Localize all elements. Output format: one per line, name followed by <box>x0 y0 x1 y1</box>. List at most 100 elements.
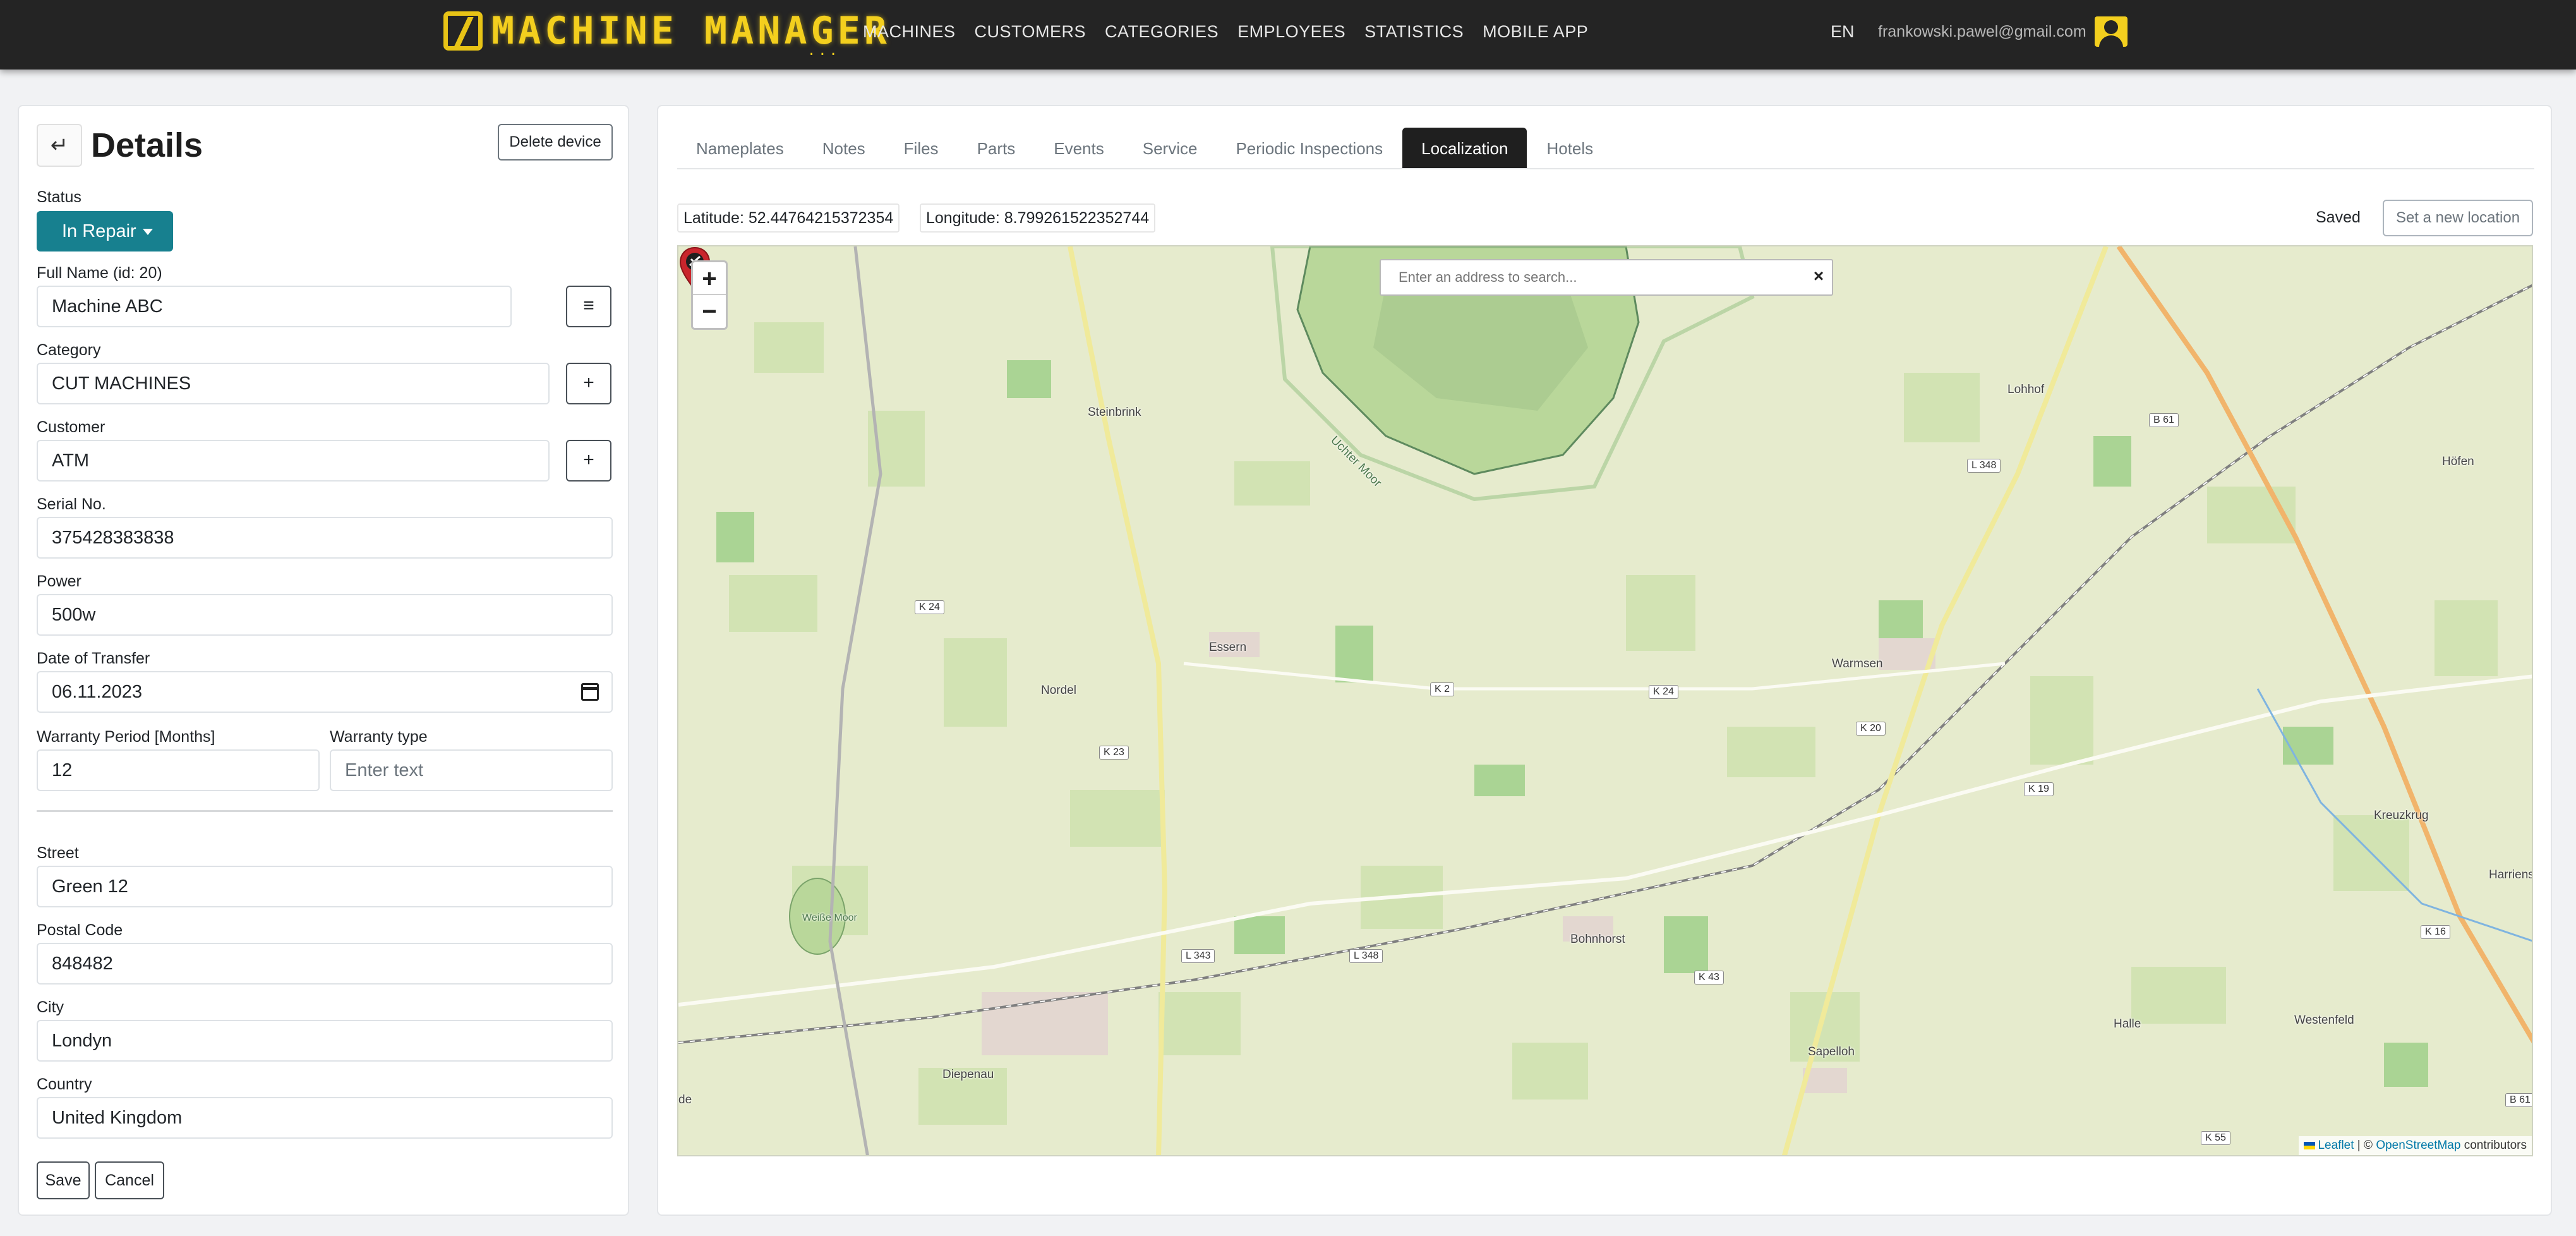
road-k16: K 16 <box>2421 925 2450 939</box>
serial-label: Serial No. <box>37 495 106 513</box>
nav-categories[interactable]: CATEGORIES <box>1105 19 1219 44</box>
nav-employees[interactable]: EMPLOYEES <box>1237 19 1345 44</box>
set-new-location-button[interactable]: Set a new location <box>2383 200 2533 236</box>
category-input[interactable]: CUT MACHINES <box>37 363 550 404</box>
details-panel: ↵ Details Delete device Status In Repair… <box>18 105 629 1216</box>
map-place-harriens: Harriens <box>2489 868 2533 882</box>
cancel-button[interactable]: Cancel <box>95 1161 164 1199</box>
customer-input[interactable]: ATM <box>37 440 550 482</box>
add-customer-button[interactable]: + <box>566 440 611 482</box>
road-l348-south: L 348 <box>1349 949 1383 963</box>
map-place-kreuzkrug: Kreuzkrug <box>2374 809 2429 822</box>
status-dropdown[interactable]: In Repair <box>37 211 173 251</box>
map-place-essern: Essern <box>1209 641 1247 654</box>
map-place-westenfeld: Westenfeld <box>2294 1014 2354 1027</box>
map-place-warmsen: Warmsen <box>1832 657 1883 670</box>
map-place-nordel: Nordel <box>1041 684 1076 697</box>
zoom-in-button[interactable]: + <box>693 262 726 295</box>
map-view[interactable]: Steinbrink Essern Nordel Warmsen Lohhof … <box>677 245 2533 1156</box>
nav-links: MACHINES CUSTOMERS CATEGORIES EMPLOYEES … <box>863 19 1607 44</box>
page-title: Details <box>91 126 203 164</box>
map-place-hofen: Höfen <box>2442 455 2474 468</box>
user-avatar-icon[interactable] <box>2095 16 2128 47</box>
power-label: Power <box>37 573 81 590</box>
tab-hotels[interactable]: Hotels <box>1527 128 1612 168</box>
serial-input[interactable]: 375428383838 <box>37 517 613 559</box>
transfer-date-label: Date of Transfer <box>37 650 150 667</box>
brand-dots: ... <box>807 43 840 59</box>
road-k24-east: K 24 <box>1649 685 1678 699</box>
brand-logo-icon <box>443 11 483 51</box>
country-label: Country <box>37 1075 92 1093</box>
leaflet-link[interactable]: Leaflet <box>2318 1139 2354 1152</box>
road-k43: K 43 <box>1694 971 1724 985</box>
status-label: Status <box>37 188 81 206</box>
road-k55: K 55 <box>2201 1131 2230 1145</box>
delete-device-button[interactable]: Delete device <box>498 124 613 161</box>
localization-panel: Nameplates Notes Files Parts Events Serv… <box>657 105 2552 1216</box>
caret-down-icon <box>142 229 153 236</box>
road-b61-south: B 61 <box>2505 1093 2532 1107</box>
status-value: In Repair <box>62 221 136 241</box>
warranty-period-input[interactable]: 12 <box>37 749 320 791</box>
customer-label: Customer <box>37 418 105 436</box>
warranty-type-input[interactable]: Enter text <box>330 749 613 791</box>
tab-nameplates[interactable]: Nameplates <box>677 128 803 168</box>
back-button[interactable]: ↵ <box>37 124 82 167</box>
full-name-label: Full Name (id: 20) <box>37 264 162 282</box>
road-k2: K 2 <box>1430 682 1455 696</box>
attribution-contributors: contributors <box>2460 1139 2527 1152</box>
city-input[interactable]: Londyn <box>37 1020 613 1062</box>
attribution-separator: | © <box>2354 1139 2376 1152</box>
tab-periodic-inspections[interactable]: Periodic Inspections <box>1217 128 1402 168</box>
map-place-steinbrink: Steinbrink <box>1088 406 1141 419</box>
road-k20: K 20 <box>1856 722 1886 736</box>
map-place-sapelloh: Sapelloh <box>1808 1045 1855 1058</box>
map-place-halle: Halle <box>2114 1017 2141 1031</box>
map-place-weisse-moor: Weiße Moor <box>802 912 857 923</box>
tab-events[interactable]: Events <box>1035 128 1123 168</box>
map-search-input[interactable]: Enter an address to search... <box>1380 259 1833 296</box>
road-l348-north: L 348 <box>1967 459 2001 473</box>
tab-notes[interactable]: Notes <box>803 128 884 168</box>
openstreetmap-link[interactable]: OpenStreetMap <box>2376 1139 2460 1152</box>
warranty-period-label: Warranty Period [Months] <box>37 728 215 746</box>
full-name-input[interactable]: Machine ABC <box>37 286 512 327</box>
power-input[interactable]: 500w <box>37 594 613 636</box>
latitude-readout: Latitude: 52.44764215372354 <box>677 203 900 233</box>
map-place-diepenau: Diepenau <box>942 1068 994 1081</box>
zoom-out-button[interactable]: − <box>693 295 726 328</box>
street-input[interactable]: Green 12 <box>37 866 613 907</box>
warranty-type-label: Warranty type <box>330 728 428 746</box>
tab-localization[interactable]: Localization <box>1402 128 1527 168</box>
top-navbar: MACHINE MANAGER ... MACHINES CUSTOMERS C… <box>0 0 2576 70</box>
map-tiles <box>678 246 2532 1155</box>
road-b61-north: B 61 <box>2149 413 2179 427</box>
calendar-icon[interactable] <box>581 683 599 701</box>
user-email[interactable]: frankowski.pawel@gmail.com <box>1878 19 2086 44</box>
road-k23: K 23 <box>1099 746 1129 760</box>
tab-service[interactable]: Service <box>1124 128 1217 168</box>
country-input[interactable]: United Kingdom <box>37 1097 613 1139</box>
save-button[interactable]: Save <box>37 1161 90 1199</box>
postal-code-input[interactable]: 848482 <box>37 943 613 985</box>
postal-code-label: Postal Code <box>37 921 123 939</box>
language-selector[interactable]: EN <box>1831 19 1855 44</box>
nav-machines[interactable]: MACHINES <box>863 19 956 44</box>
nav-mobile-app[interactable]: MOBILE APP <box>1483 19 1588 44</box>
transfer-date-input[interactable]: 06.11.2023 <box>37 671 613 713</box>
road-l343: L 343 <box>1181 949 1215 963</box>
road-k19: K 19 <box>2024 782 2054 796</box>
full-name-menu-button[interactable]: ≡ <box>566 286 611 327</box>
map-attribution: Leaflet | © OpenStreetMap contributors <box>2299 1136 2532 1155</box>
tab-parts[interactable]: Parts <box>958 128 1035 168</box>
nav-statistics[interactable]: STATISTICS <box>1364 19 1464 44</box>
section-divider <box>37 810 613 812</box>
nav-customers[interactable]: CUSTOMERS <box>975 19 1086 44</box>
map-search-clear-icon[interactable]: × <box>1809 267 1828 286</box>
tab-files[interactable]: Files <box>885 128 958 168</box>
ukraine-flag-icon <box>2304 1142 2316 1149</box>
add-category-button[interactable]: + <box>566 363 611 404</box>
zoom-control: + − <box>691 260 728 330</box>
map-place-lohhof: Lohhof <box>2007 383 2045 396</box>
